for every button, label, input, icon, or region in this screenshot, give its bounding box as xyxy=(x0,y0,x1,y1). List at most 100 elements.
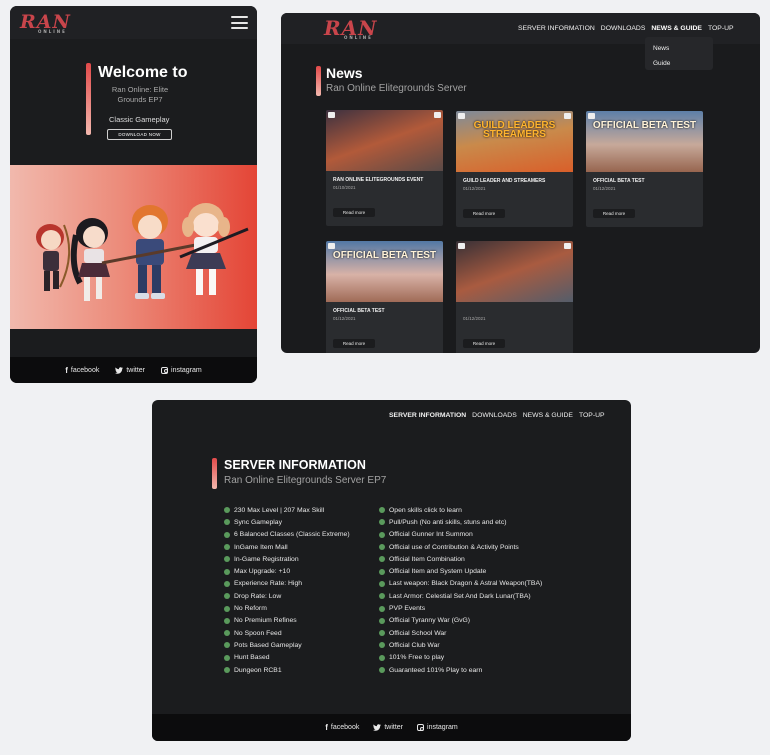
read-more-button[interactable]: Read more xyxy=(593,209,635,218)
feature-item: Official Club War xyxy=(379,639,542,651)
instagram-link[interactable]: instagram xyxy=(417,724,458,731)
read-more-button[interactable]: Read more xyxy=(333,339,375,348)
nav-news-guide[interactable]: NEWS & GUIDE xyxy=(651,25,702,32)
hamburger-menu-icon[interactable] xyxy=(231,16,248,29)
news-card[interactable]: OFFICIAL BETA TEST OFFICIAL BETA TEST 01… xyxy=(586,111,703,227)
feature-text: Sync Gameplay xyxy=(234,518,282,526)
feature-item: No Premium Refines xyxy=(224,615,350,627)
feature-text: PVP Events xyxy=(389,605,426,613)
ran-online-logo[interactable]: RAN ONLINE xyxy=(20,13,71,34)
thumbnail-badge-icon xyxy=(458,113,465,119)
twitter-link[interactable]: twitter xyxy=(115,367,145,374)
news-thumbnail: OFFICIAL BETA TEST xyxy=(326,241,443,302)
main-nav: SERVER INFORMATION DOWNLOADS NEWS & GUID… xyxy=(389,412,605,419)
features-list-left: 230 Max Level | 207 Max Skill Sync Gamepl… xyxy=(224,504,350,676)
download-now-button[interactable]: DOWNLOAD NOW xyxy=(107,129,172,140)
feature-item: Max Upgrade: +10 xyxy=(224,565,350,577)
feature-item: Sync Gameplay xyxy=(224,516,350,528)
feature-text: 101% Free to play xyxy=(389,654,445,662)
feature-item: Pull/Push (No anti skills, stuns and etc… xyxy=(379,516,542,528)
dropdown-item-news[interactable]: News xyxy=(653,41,713,56)
instagram-link[interactable]: instagram xyxy=(161,366,202,374)
bullet-dot-icon xyxy=(224,667,230,673)
twitter-link[interactable]: twitter xyxy=(373,724,403,731)
feature-item: No Reform xyxy=(224,602,350,614)
feature-text: 230 Max Level | 207 Max Skill xyxy=(234,506,325,514)
news-card-date: 01/12/2021 xyxy=(463,186,486,191)
read-more-button[interactable]: Read more xyxy=(463,339,505,348)
news-card[interactable]: OFFICIAL BETA TEST OFFICIAL BETA TEST 01… xyxy=(326,241,443,353)
instagram-icon xyxy=(417,724,425,731)
feature-text: Max Upgrade: +10 xyxy=(234,568,291,576)
feature-item: PVP Events xyxy=(379,602,542,614)
facebook-icon: f xyxy=(325,723,328,732)
nav-news-guide[interactable]: NEWS & GUIDE xyxy=(523,412,573,419)
feature-text: Open skills click to learn xyxy=(389,506,462,514)
read-more-button[interactable]: Read more xyxy=(463,209,505,218)
news-card-title: OFFICIAL BETA TEST xyxy=(333,308,385,314)
thumbnail-badge-icon xyxy=(458,243,465,249)
ran-online-logo[interactable]: RAN ONLINE xyxy=(324,18,377,40)
bullet-dot-icon xyxy=(379,568,385,575)
feature-text: Official Club War xyxy=(389,641,440,649)
news-card-date: 01/10/2021 xyxy=(333,185,356,190)
feature-text: Hunt Based xyxy=(234,654,270,662)
bullet-dot-icon xyxy=(224,630,230,637)
facebook-link[interactable]: f facebook xyxy=(65,366,99,375)
server-info-screen: SERVER INFORMATION DOWNLOADS NEWS & GUID… xyxy=(152,400,631,741)
bullet-dot-icon xyxy=(224,580,230,587)
nav-server-information[interactable]: SERVER INFORMATION xyxy=(389,412,466,419)
feature-text: InGame Item Mall xyxy=(234,543,288,551)
feature-text: Official Gunner Int Summon xyxy=(389,531,473,539)
read-more-button[interactable]: Read more xyxy=(333,208,375,217)
server-info-title: SERVER INFORMATION xyxy=(224,458,366,472)
nav-server-information[interactable]: SERVER INFORMATION xyxy=(518,25,595,32)
news-guide-dropdown: News Guide xyxy=(645,37,713,70)
dropdown-item-guide[interactable]: Guide xyxy=(653,56,713,71)
nav-top-up[interactable]: TOP-UP xyxy=(579,412,605,419)
feature-item: Experience Rate: High xyxy=(224,578,350,590)
chibi-characters-illustration xyxy=(36,203,249,301)
twitter-label: twitter xyxy=(384,724,404,731)
feature-item: Last Armor: Celestial Set And Dark Lunar… xyxy=(379,590,542,602)
facebook-link[interactable]: f facebook xyxy=(325,723,359,732)
nav-downloads[interactable]: DOWNLOADS xyxy=(601,25,646,32)
mobile-header: RAN ONLINE xyxy=(10,6,257,39)
feature-text: Official Item Combination xyxy=(389,555,465,563)
feature-item: Pots Based Gameplay xyxy=(224,639,350,651)
bullet-dot-icon xyxy=(379,642,385,649)
news-card[interactable]: RAN ONLINE ELITEGROUNDS EVENT 01/10/2021… xyxy=(326,110,443,226)
facebook-label: facebook xyxy=(330,724,360,731)
news-card[interactable]: GUILD LEADERS STREAMERS GUILD LEADER AND… xyxy=(456,111,573,227)
hero-tagline: Classic Gameplay xyxy=(109,115,170,124)
hero-accent-bar xyxy=(86,63,91,135)
thumbnail-badge-icon xyxy=(328,243,335,249)
news-card-date: 01/12/2021 xyxy=(593,186,616,191)
thumbnail-badge-icon xyxy=(564,243,571,249)
news-thumbnail: OFFICIAL BETA TEST xyxy=(586,111,703,172)
feature-item: Open skills click to learn xyxy=(379,504,542,516)
feature-text: Official Tyranny War (GvG) xyxy=(389,617,471,625)
feature-text: No Reform xyxy=(234,605,267,613)
feature-text: Pull/Push (No anti skills, stuns and etc… xyxy=(389,518,507,526)
bullet-dot-icon xyxy=(224,617,230,624)
feature-item: InGame Item Mall xyxy=(224,541,350,553)
feature-item: Official Item and System Update xyxy=(379,565,542,577)
news-accent-bar xyxy=(316,66,321,96)
nav-downloads[interactable]: DOWNLOADS xyxy=(472,412,517,419)
feature-item: Official Tyranny War (GvG) xyxy=(379,615,542,627)
twitter-icon xyxy=(373,724,382,731)
feature-text: Official School War xyxy=(389,629,447,637)
bullet-dot-icon xyxy=(379,593,385,600)
feature-text: Dungeon RCB1 xyxy=(234,666,282,674)
logo-subtext: ONLINE xyxy=(38,29,67,34)
feature-item: 101% Free to play xyxy=(379,652,542,664)
feature-text: Official use of Contribution & Activity … xyxy=(389,543,519,551)
bullet-dot-icon xyxy=(224,544,230,551)
nav-top-up[interactable]: TOP-UP xyxy=(708,25,734,32)
news-card-title: RAN ONLINE ELITEGROUNDS EVENT xyxy=(333,177,424,183)
news-card[interactable]: 01/12/2021 Read more xyxy=(456,241,573,353)
bullet-dot-icon xyxy=(379,507,385,514)
bullet-dot-icon xyxy=(379,617,385,624)
news-thumbnail xyxy=(326,110,443,171)
